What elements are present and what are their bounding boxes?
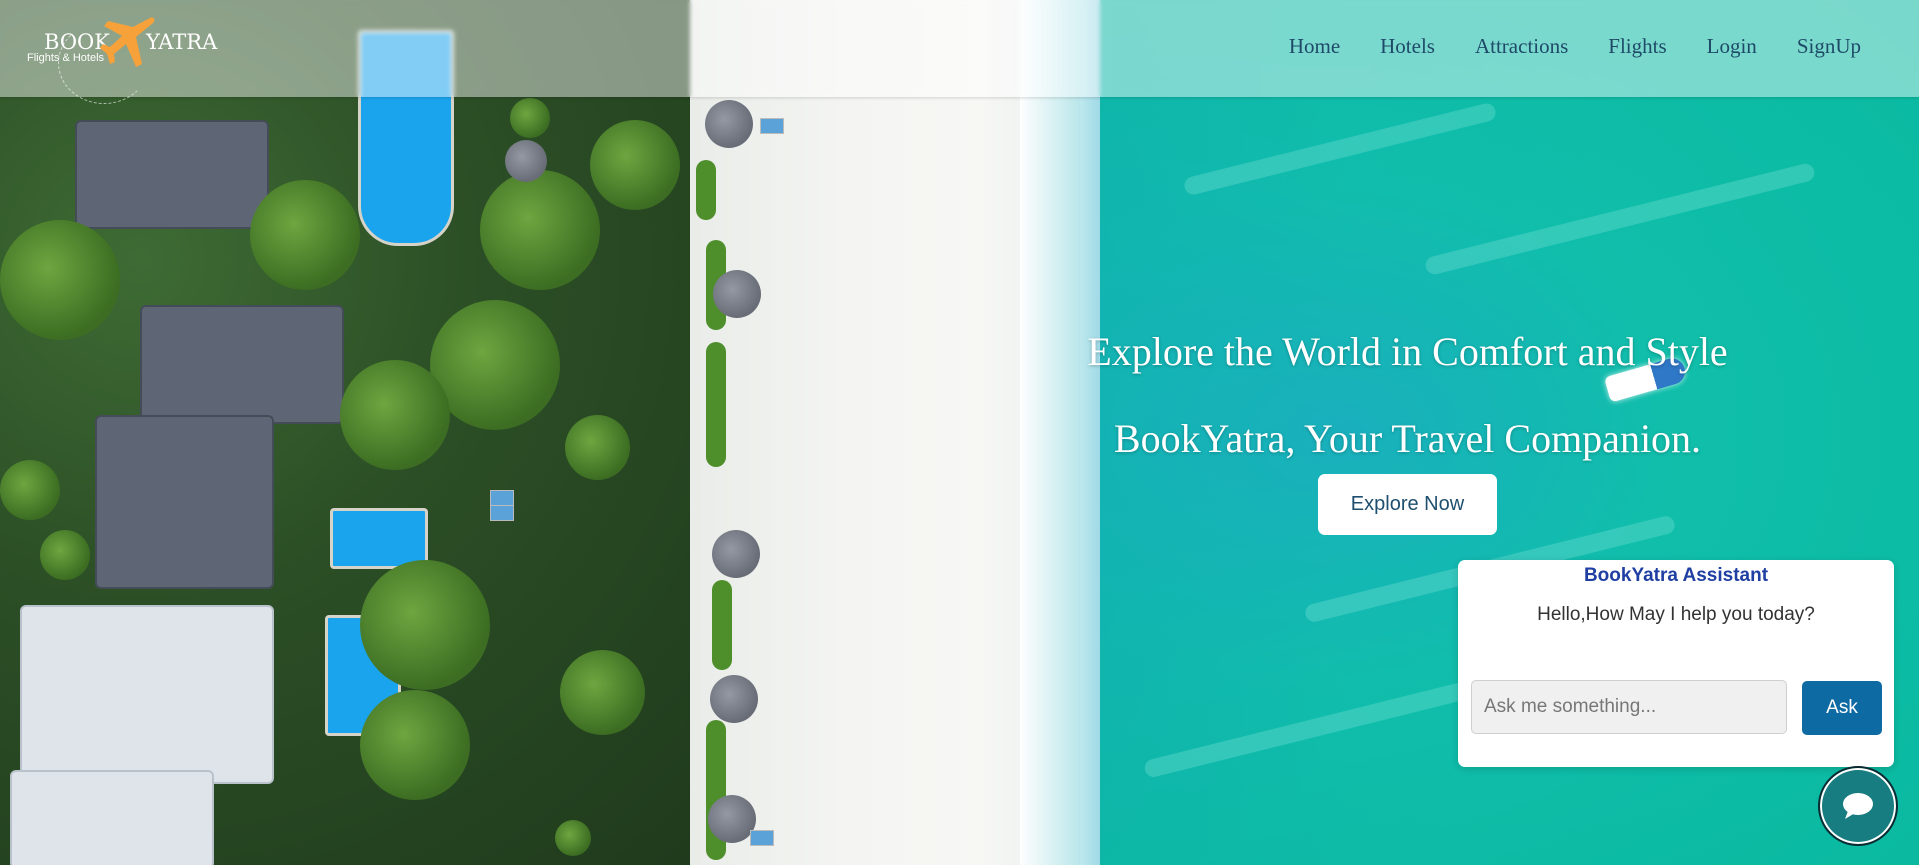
bush bbox=[555, 820, 591, 856]
chat-input[interactable] bbox=[1471, 680, 1787, 734]
villa-roof bbox=[140, 305, 344, 424]
villa-roof bbox=[95, 415, 274, 589]
hedge bbox=[696, 160, 716, 220]
palm-tree bbox=[590, 120, 680, 210]
bush bbox=[40, 530, 90, 580]
brand-logo[interactable]: BOOK YATRA Flights & Hotels bbox=[24, 10, 224, 104]
nav-flights[interactable]: Flights bbox=[1608, 34, 1666, 59]
chat-assistant-panel: BookYatra Assistant Hello,How May I help… bbox=[1458, 560, 1894, 767]
nav-login[interactable]: Login bbox=[1707, 34, 1757, 59]
villa-roof bbox=[10, 770, 214, 865]
main-nav: Home Hotels Attractions Flights Login Si… bbox=[1289, 34, 1861, 59]
hero-title: Explore the World in Comfort and Style bbox=[1087, 329, 1728, 374]
beach-umbrella bbox=[505, 140, 547, 182]
chat-greeting: Hello,How May I help you today? bbox=[1537, 604, 1815, 625]
nav-hotels[interactable]: Hotels bbox=[1380, 34, 1435, 59]
sun-lounger bbox=[760, 118, 784, 134]
villa-roof bbox=[20, 605, 274, 784]
palm-tree bbox=[0, 220, 120, 340]
palm-tree bbox=[360, 690, 470, 800]
chat-toggle-button[interactable] bbox=[1818, 766, 1898, 846]
ask-button[interactable]: Ask bbox=[1802, 681, 1882, 735]
bush bbox=[0, 460, 60, 520]
hedge bbox=[706, 342, 726, 467]
palm-tree bbox=[340, 360, 450, 470]
palm-tree bbox=[360, 560, 490, 690]
chat-bubble-icon bbox=[1843, 793, 1873, 819]
nav-signup[interactable]: SignUp bbox=[1797, 34, 1861, 59]
beach-umbrella bbox=[705, 100, 753, 148]
palm-tree bbox=[250, 180, 360, 290]
sun-lounger bbox=[490, 505, 514, 521]
sun-lounger bbox=[750, 830, 774, 846]
chat-title: BookYatra Assistant bbox=[1583, 565, 1769, 586]
palm-tree bbox=[480, 170, 600, 290]
beach-umbrella bbox=[710, 675, 758, 723]
nav-attractions[interactable]: Attractions bbox=[1475, 34, 1568, 59]
logo-text-right: YATRA bbox=[146, 30, 218, 54]
site-header: BOOK YATRA Flights & Hotels Home Hotels … bbox=[0, 0, 1919, 104]
explore-now-button[interactable]: Explore Now bbox=[1318, 474, 1497, 535]
hedge bbox=[712, 580, 732, 670]
palm-tree bbox=[560, 650, 645, 735]
beach-umbrella bbox=[712, 530, 760, 578]
sun-lounger bbox=[490, 490, 514, 506]
villa-roof bbox=[75, 120, 269, 229]
bush bbox=[510, 98, 550, 138]
nav-home[interactable]: Home bbox=[1289, 34, 1340, 59]
hero-subtitle: BookYatra, Your Travel Companion. bbox=[1113, 416, 1702, 461]
swimming-pool bbox=[330, 508, 428, 569]
beach-umbrella bbox=[708, 795, 756, 843]
logo-tagline: Flights & Hotels bbox=[27, 52, 105, 64]
beach-umbrella bbox=[713, 270, 761, 318]
bush bbox=[565, 415, 630, 480]
